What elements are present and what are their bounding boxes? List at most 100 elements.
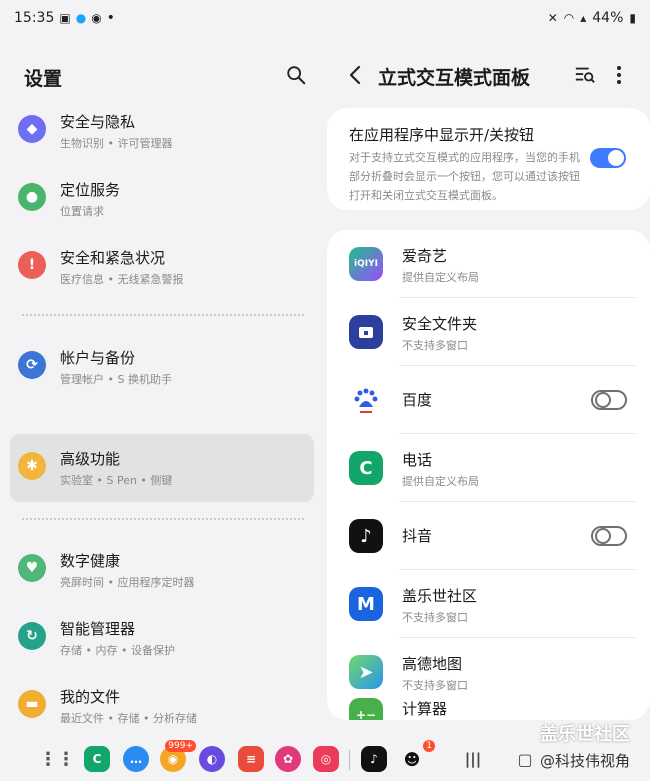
search-list-icon[interactable] (574, 64, 596, 86)
menu-subtitle: 实验室 • S Pen • 侧键 (60, 474, 173, 487)
status-bar: 15:35 ▣ ● ◉ • ✕ ◠ ▴ 44% ▮ (0, 0, 650, 36)
app-row-secure-folder[interactable]: 安全文件夹 不支持多窗口 (327, 298, 650, 366)
app-row-phone[interactable]: C 电话 提供自定义布局 (327, 434, 650, 502)
wifi-icon: ◠ (563, 11, 575, 25)
iqiyi-icon: iQIYI (349, 247, 383, 281)
amap-icon: ➤ (349, 655, 383, 689)
home-button[interactable]: ▢ (512, 746, 538, 772)
app-title: 盖乐世社区 (402, 587, 478, 605)
signal-icon: ▴ (580, 11, 587, 25)
gallery-notification-icon: ▣ (59, 11, 71, 25)
menu-subtitle: 最近文件 • 存储 • 分析存储 (60, 712, 197, 725)
menu-item-digital-wellbeing[interactable]: ♥ 数字健康 亮屏时间 • 应用程序定时器 (10, 536, 314, 604)
dock-divider (349, 750, 350, 770)
status-more-dot: • (106, 10, 115, 26)
menu-title: 高级功能 (60, 450, 121, 468)
app-title: 计算器 (402, 700, 448, 718)
baidu-icon (349, 383, 383, 417)
menu-title: 帐户与备份 (60, 349, 136, 367)
camera-dock-icon[interactable]: ◎ (313, 746, 339, 772)
watermark-author: @科技伟视角 (540, 752, 631, 770)
section-divider (22, 518, 304, 520)
menu-subtitle: 存储 • 内存 • 设备保护 (60, 644, 175, 657)
menu-item-device-care[interactable]: ↻ 智能管理器 存储 • 内存 • 设备保护 (10, 604, 314, 672)
qq-notification-icon: ● (75, 11, 87, 25)
douyin-toggle[interactable] (591, 526, 627, 546)
weibo-notification-icon: ◉ (91, 11, 102, 25)
status-time: 15:35 (14, 10, 55, 26)
folder-icon: ▬ (18, 690, 46, 718)
calculator-icon: +− (349, 698, 383, 720)
app-subtitle: 不支持多窗口 (402, 611, 468, 624)
settings-list-pane: 设置 ◆ 安全与隐私 生物识别 • 许可管理器 ● 定位服务 位置请求 ! 安全… (0, 36, 325, 736)
douyin-dock-icon[interactable]: ♪ (361, 746, 387, 772)
app-subtitle: 提供自定义布局 (402, 271, 479, 284)
secure-folder-icon (349, 315, 383, 349)
menu-title: 安全与隐私 (60, 113, 136, 131)
phone-dock-icon[interactable]: C (84, 746, 110, 772)
app-row-baidu[interactable]: 百度 (327, 366, 650, 434)
menu-item-advanced-features[interactable]: ✱ 高级功能 实验室 • S Pen • 侧键 (10, 434, 314, 502)
app-title: 安全文件夹 (402, 315, 478, 333)
back-arrow-icon[interactable] (346, 64, 364, 86)
wellbeing-icon: ♥ (18, 554, 46, 582)
search-icon[interactable] (285, 64, 307, 86)
section-divider (22, 314, 304, 316)
menu-title: 智能管理器 (60, 620, 136, 638)
more-options-icon[interactable] (612, 64, 626, 86)
app-row-members[interactable]: M 盖乐世社区 不支持多窗口 (327, 570, 650, 638)
menu-item-location[interactable]: ● 定位服务 位置请求 (10, 165, 314, 233)
location-icon: ● (18, 183, 46, 211)
menu-title: 数字健康 (60, 552, 121, 570)
baidu-toggle[interactable] (591, 390, 627, 410)
show-button-toggle[interactable] (590, 148, 626, 168)
menu-item-safety-emergency[interactable]: ! 安全和紧急状况 医疗信息 • 无线紧急警报 (10, 233, 314, 301)
menu-title: 安全和紧急状况 (60, 249, 166, 267)
app-subtitle: 不支持多窗口 (402, 339, 468, 352)
weibo-badge: 999+ (165, 740, 196, 752)
menu-item-my-files[interactable]: ▬ 我的文件 最近文件 • 存储 • 分析存储 (10, 672, 314, 740)
menu-item-accounts-backup[interactable]: ⟳ 帐户与备份 管理帐户 • S 换机助手 (10, 333, 314, 401)
bixby-dock-icon[interactable]: ✿ (275, 746, 301, 772)
app-row-douyin[interactable]: ♪ 抖音 (327, 502, 650, 570)
weibo-dock-icon[interactable]: ◉ 999+ (160, 740, 196, 772)
app-title: 百度 (402, 391, 433, 409)
menu-title: 定位服务 (60, 181, 121, 199)
show-button-card: 在应用程序中显示开/关按钮 对于支持立式交互模式的应用程序，当您的手机部分折叠时… (327, 108, 650, 210)
show-button-description: 对于支持立式交互模式的应用程序，当您的手机部分折叠时会显示一个按钮，您可以通过该… (349, 151, 580, 202)
mute-icon: ✕ (547, 11, 558, 25)
advanced-gear-icon: ✱ (18, 452, 46, 480)
phone-icon: C (349, 451, 383, 485)
internet-dock-icon[interactable]: ◐ (199, 746, 225, 772)
settings-title: 设置 (24, 68, 63, 90)
shield-icon: ◆ (18, 115, 46, 143)
apps-list-card: iQIYI 爱奇艺 提供自定义布局 安全文件夹 不支持多窗口 百度 C 电话 提… (327, 230, 650, 720)
qq-dock-icon[interactable]: ☻ 1 (399, 740, 435, 772)
show-button-title: 在应用程序中显示开/关按钮 (349, 126, 535, 144)
watermark-community: 盖乐世社区 (540, 724, 630, 745)
app-title: 电话 (402, 451, 433, 469)
app-title: 高德地图 (402, 655, 463, 673)
battery-percent: 44% (592, 10, 624, 26)
app-drawer-icon[interactable]: ⋮⋮ (39, 746, 75, 772)
app-row-iqiyi[interactable]: iQIYI 爱奇艺 提供自定义布局 (327, 230, 650, 298)
menu-item-security-privacy[interactable]: ◆ 安全与隐私 生物识别 • 许可管理器 (10, 97, 314, 165)
menu-subtitle: 亮屏时间 • 应用程序定时器 (60, 576, 195, 589)
menu-subtitle: 位置请求 (60, 205, 104, 218)
page-title: 立式交互模式面板 (378, 67, 531, 89)
notes-dock-icon[interactable]: ≡ (238, 746, 264, 772)
app-row-calculator[interactable]: +− 计算器 (327, 690, 650, 720)
app-subtitle: 提供自定义布局 (402, 475, 479, 488)
menu-subtitle: 医疗信息 • 无线紧急警报 (60, 273, 184, 286)
douyin-icon: ♪ (349, 519, 383, 553)
members-icon: M (349, 587, 383, 621)
app-title: 抖音 (402, 527, 433, 545)
battery-icon: ▮ (629, 11, 636, 25)
menu-subtitle: 管理帐户 • S 换机助手 (60, 373, 172, 386)
messages-dock-icon[interactable]: … (123, 746, 149, 772)
menu-title: 我的文件 (60, 688, 121, 706)
emergency-icon: ! (18, 251, 46, 279)
qq-badge: 1 (423, 740, 435, 752)
app-title: 爱奇艺 (402, 247, 448, 265)
recents-button[interactable]: ||| (460, 746, 486, 772)
